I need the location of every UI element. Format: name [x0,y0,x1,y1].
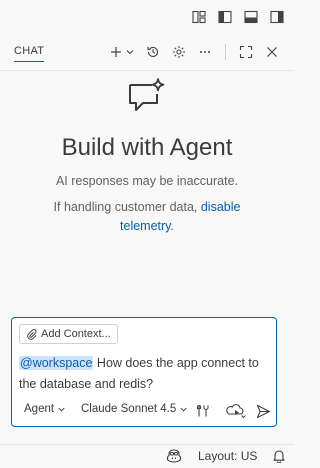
model-label: Claude Sonnet 4.5 [81,403,177,415]
input-toolbar: Agent Claude Sonnet 4.5 [12,402,276,422]
maximize-button[interactable] [236,42,256,62]
toggle-primary-sidebar-icon [218,10,232,24]
model-picker[interactable]: Claude Sonnet 4.5 [81,403,188,415]
close-icon [267,47,277,57]
toggle-panel-button[interactable] [242,8,260,26]
chat-settings-button[interactable] [169,42,189,62]
telemetry-note: If handling customer data, disable telem… [37,198,257,236]
chat-header-actions [107,42,282,62]
chat-input-box[interactable]: Add Context... @workspace How does the a… [11,317,277,427]
chat-history-button[interactable] [143,42,163,62]
send-icon [256,404,270,418]
bell-icon [273,450,285,463]
copilot-icon [166,449,182,463]
toggle-secondary-sidebar-icon [270,10,284,24]
chat-empty-state: Build with Agent AI responses may be ina… [0,76,294,236]
customize-layout-button[interactable] [190,8,208,26]
telemetry-note-suffix: . [170,219,174,233]
chat-panel-header: CHAT [0,34,294,71]
history-icon [147,46,159,58]
maximize-icon [239,45,253,59]
toggle-secondary-sidebar-button[interactable] [268,8,286,26]
notifications-button[interactable] [272,448,286,464]
settings-icon [173,46,185,58]
add-context-label: Add Context... [41,328,111,340]
chat-message-input[interactable]: @workspace How does the app connect to t… [19,353,269,395]
configure-tools-button[interactable] [194,402,212,420]
keyboard-layout-status[interactable]: Layout: US [198,449,257,463]
chevron-down-icon [58,407,65,412]
copilot-status-button[interactable] [166,448,182,464]
ai-disclaimer: AI responses may be inaccurate. [55,174,239,188]
layout-controls [190,8,286,26]
more-actions-button[interactable] [195,42,215,62]
close-chat-button[interactable] [262,42,282,62]
more-icon [200,51,210,53]
new-chat-icon [110,47,121,57]
layout-customize-icon [192,10,206,24]
title-bar [0,0,294,34]
tools-icon [196,404,209,417]
tab-chat[interactable]: CHAT [14,45,45,62]
chevron-down-icon [126,50,133,55]
send-options-button[interactable] [225,402,249,420]
chevron-down-icon [180,407,187,412]
toggle-primary-sidebar-button[interactable] [216,8,234,26]
send-button[interactable] [254,402,272,420]
toggle-panel-icon [244,10,258,24]
agent-sparkle-icon [125,76,169,120]
status-bar: Layout: US [0,444,294,468]
telemetry-note-text: If handling customer data, [53,200,201,214]
paperclip-icon [27,328,37,340]
mode-picker[interactable]: Agent [24,403,66,415]
add-context-button[interactable]: Add Context... [19,324,118,344]
header-separator [225,44,226,60]
new-chat-button[interactable] [107,42,137,62]
send-menu-icon [226,404,246,419]
workspace-mention: @workspace [19,356,94,370]
mode-label: Agent [24,403,55,415]
empty-state-title: Build with Agent [61,134,233,161]
